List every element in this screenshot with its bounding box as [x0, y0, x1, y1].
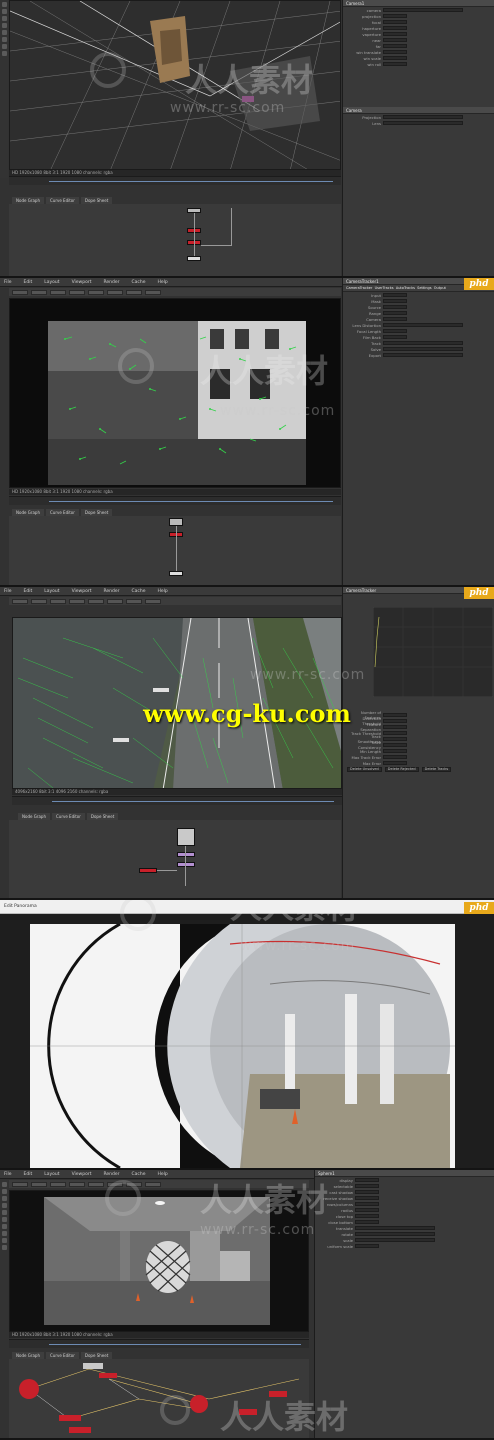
viewer-tracker[interactable] — [9, 298, 341, 488]
left-toolbar — [0, 1180, 8, 1330]
panel-tabs: Node Graph Curve Editor Dope Sheet — [18, 813, 119, 820]
watermark-url: www.rr-sc.com — [240, 938, 356, 954]
tool-icon[interactable] — [1, 1245, 7, 1250]
tool-icon[interactable] — [1, 23, 7, 28]
node-graph[interactable] — [9, 204, 341, 276]
watermark-url: www.rr-sc.com — [170, 100, 286, 116]
panel-3d-view: HD 1920x1080 8bit 3:1 1920 1080 channels… — [0, 0, 494, 278]
props-subtitle: Camera — [343, 107, 494, 114]
tool-icon[interactable] — [1, 16, 7, 21]
node[interactable] — [139, 868, 157, 873]
tab-dope-sheet[interactable]: Dope Sheet — [80, 1352, 113, 1359]
panel-camera-tracker: File Edit Layout Viewport Render Cache Help — [0, 278, 494, 587]
tab-curve-editor[interactable]: Curve Editor — [45, 509, 79, 516]
delete-unsolved-button[interactable]: Delete Unsolved — [347, 766, 382, 772]
delete-tracks-button[interactable]: Delete Tracks — [421, 766, 452, 772]
tab-curve-editor[interactable]: Curve Editor — [45, 1352, 79, 1359]
watermark-url: www.rr-sc.com — [200, 1222, 316, 1238]
tool-icon[interactable] — [1, 1189, 7, 1194]
node[interactable] — [169, 571, 183, 576]
node[interactable] — [177, 862, 195, 867]
delete-rejected-button[interactable]: Delete Rejected — [384, 766, 419, 772]
tool-icon[interactable] — [1, 44, 7, 49]
viewer-garage[interactable] — [9, 1190, 309, 1332]
tracked-footage — [48, 321, 306, 485]
properties-panel: CameraTracker Number of Features Detecti… — [342, 587, 494, 898]
viewer-toolbar — [9, 1180, 309, 1188]
phd-logo: phd — [464, 902, 494, 914]
props-title: Sphere1 — [315, 1170, 494, 1177]
panel-garage: File Edit Layout Viewport Render Cache Help HD… — [0, 1170, 494, 1440]
panel-panorama: Edit Panorama phd 人人素材 www.rr-sc.com — [0, 900, 494, 1170]
node[interactable] — [169, 518, 183, 526]
phd-logo: phd — [464, 278, 494, 290]
node-graph[interactable] — [9, 820, 341, 898]
left-toolbar — [0, 0, 8, 178]
node[interactable] — [187, 256, 201, 261]
tab-dope-sheet[interactable]: Dope Sheet — [80, 509, 113, 516]
props-title: Camera1 — [343, 0, 494, 7]
viewer-toolbar — [9, 597, 341, 605]
viewer-toolbar — [9, 288, 341, 296]
watermark-url: www.rr-sc.com — [250, 667, 366, 683]
panel-aerial-track: File Edit Layout Viewport Render Cache Help 40… — [0, 587, 494, 900]
cgku-watermark: www.cg-ku.com — [143, 699, 351, 728]
tool-icon[interactable] — [1, 1196, 7, 1201]
node[interactable] — [177, 828, 195, 846]
tab-dope-sheet[interactable]: Dope Sheet — [86, 813, 119, 820]
tab-node-graph[interactable]: Node Graph — [12, 197, 44, 204]
tool-icon[interactable] — [1, 1182, 7, 1187]
tab-curve-editor[interactable]: Curve Editor — [45, 197, 79, 204]
timeline[interactable] — [9, 176, 341, 185]
properties-panel: Camera1 camera projection focal hapertur… — [342, 0, 494, 276]
properties-panel: CameraTracker1 CameraTracker UserTracks … — [342, 278, 494, 585]
timeline[interactable] — [9, 1339, 309, 1348]
node[interactable] — [177, 852, 195, 857]
tool-icon[interactable] — [1, 9, 7, 14]
tool-icon[interactable] — [1, 1238, 7, 1243]
3d-grid-view — [10, 1, 340, 169]
phd-logo: phd — [464, 587, 494, 599]
tool-icon[interactable] — [1, 1203, 7, 1208]
viewer-status: 4096x2160 8bit 3:1 4096 2160 channels: r… — [12, 789, 342, 795]
properties-panel: Sphere1 display selectable cast shadow r… — [314, 1170, 494, 1438]
error-graph — [373, 607, 493, 697]
viewer-status: HD 1920x1080 8bit 3:1 1920 1080 channels… — [9, 1332, 309, 1338]
tool-icon[interactable] — [1, 1231, 7, 1236]
timeline[interactable] — [12, 796, 342, 805]
tool-icon[interactable] — [1, 2, 7, 7]
viewer-status: HD 1920x1080 8bit 3:1 1920 1080 channels… — [9, 489, 341, 495]
node-graph[interactable] — [9, 516, 341, 585]
tool-icon[interactable] — [1, 51, 7, 56]
fisheye-images — [30, 924, 455, 1168]
tab-dope-sheet[interactable]: Dope Sheet — [80, 197, 113, 204]
watermark-url: www.rr-sc.com — [220, 403, 336, 419]
tab-node-graph[interactable]: Node Graph — [18, 813, 50, 820]
node-graph[interactable] — [9, 1359, 309, 1438]
tool-icon[interactable] — [1, 1210, 7, 1215]
tool-icon[interactable] — [1, 30, 7, 35]
node-network — [19, 1363, 300, 1433]
viewer-3d[interactable] — [9, 0, 341, 170]
panel-tabs: Node Graph Curve Editor Dope Sheet — [12, 197, 113, 204]
tool-icon[interactable] — [1, 1224, 7, 1229]
panorama-canvas[interactable] — [30, 924, 455, 1168]
garage-footage — [44, 1197, 270, 1325]
tab-node-graph[interactable]: Node Graph — [12, 1352, 44, 1359]
tab-node-graph[interactable]: Node Graph — [12, 509, 44, 516]
tool-icon[interactable] — [1, 37, 7, 42]
tool-icon[interactable] — [1, 1217, 7, 1222]
panel-tabs: Node Graph Curve Editor Dope Sheet — [12, 509, 113, 516]
panel-tabs: Node Graph Curve Editor Dope Sheet — [12, 1352, 113, 1359]
panorama-titlebar: Edit Panorama — [0, 900, 494, 914]
edit-panorama-title: Edit Panorama — [4, 904, 37, 909]
timeline[interactable] — [9, 496, 341, 505]
tab-curve-editor[interactable]: Curve Editor — [51, 813, 85, 820]
